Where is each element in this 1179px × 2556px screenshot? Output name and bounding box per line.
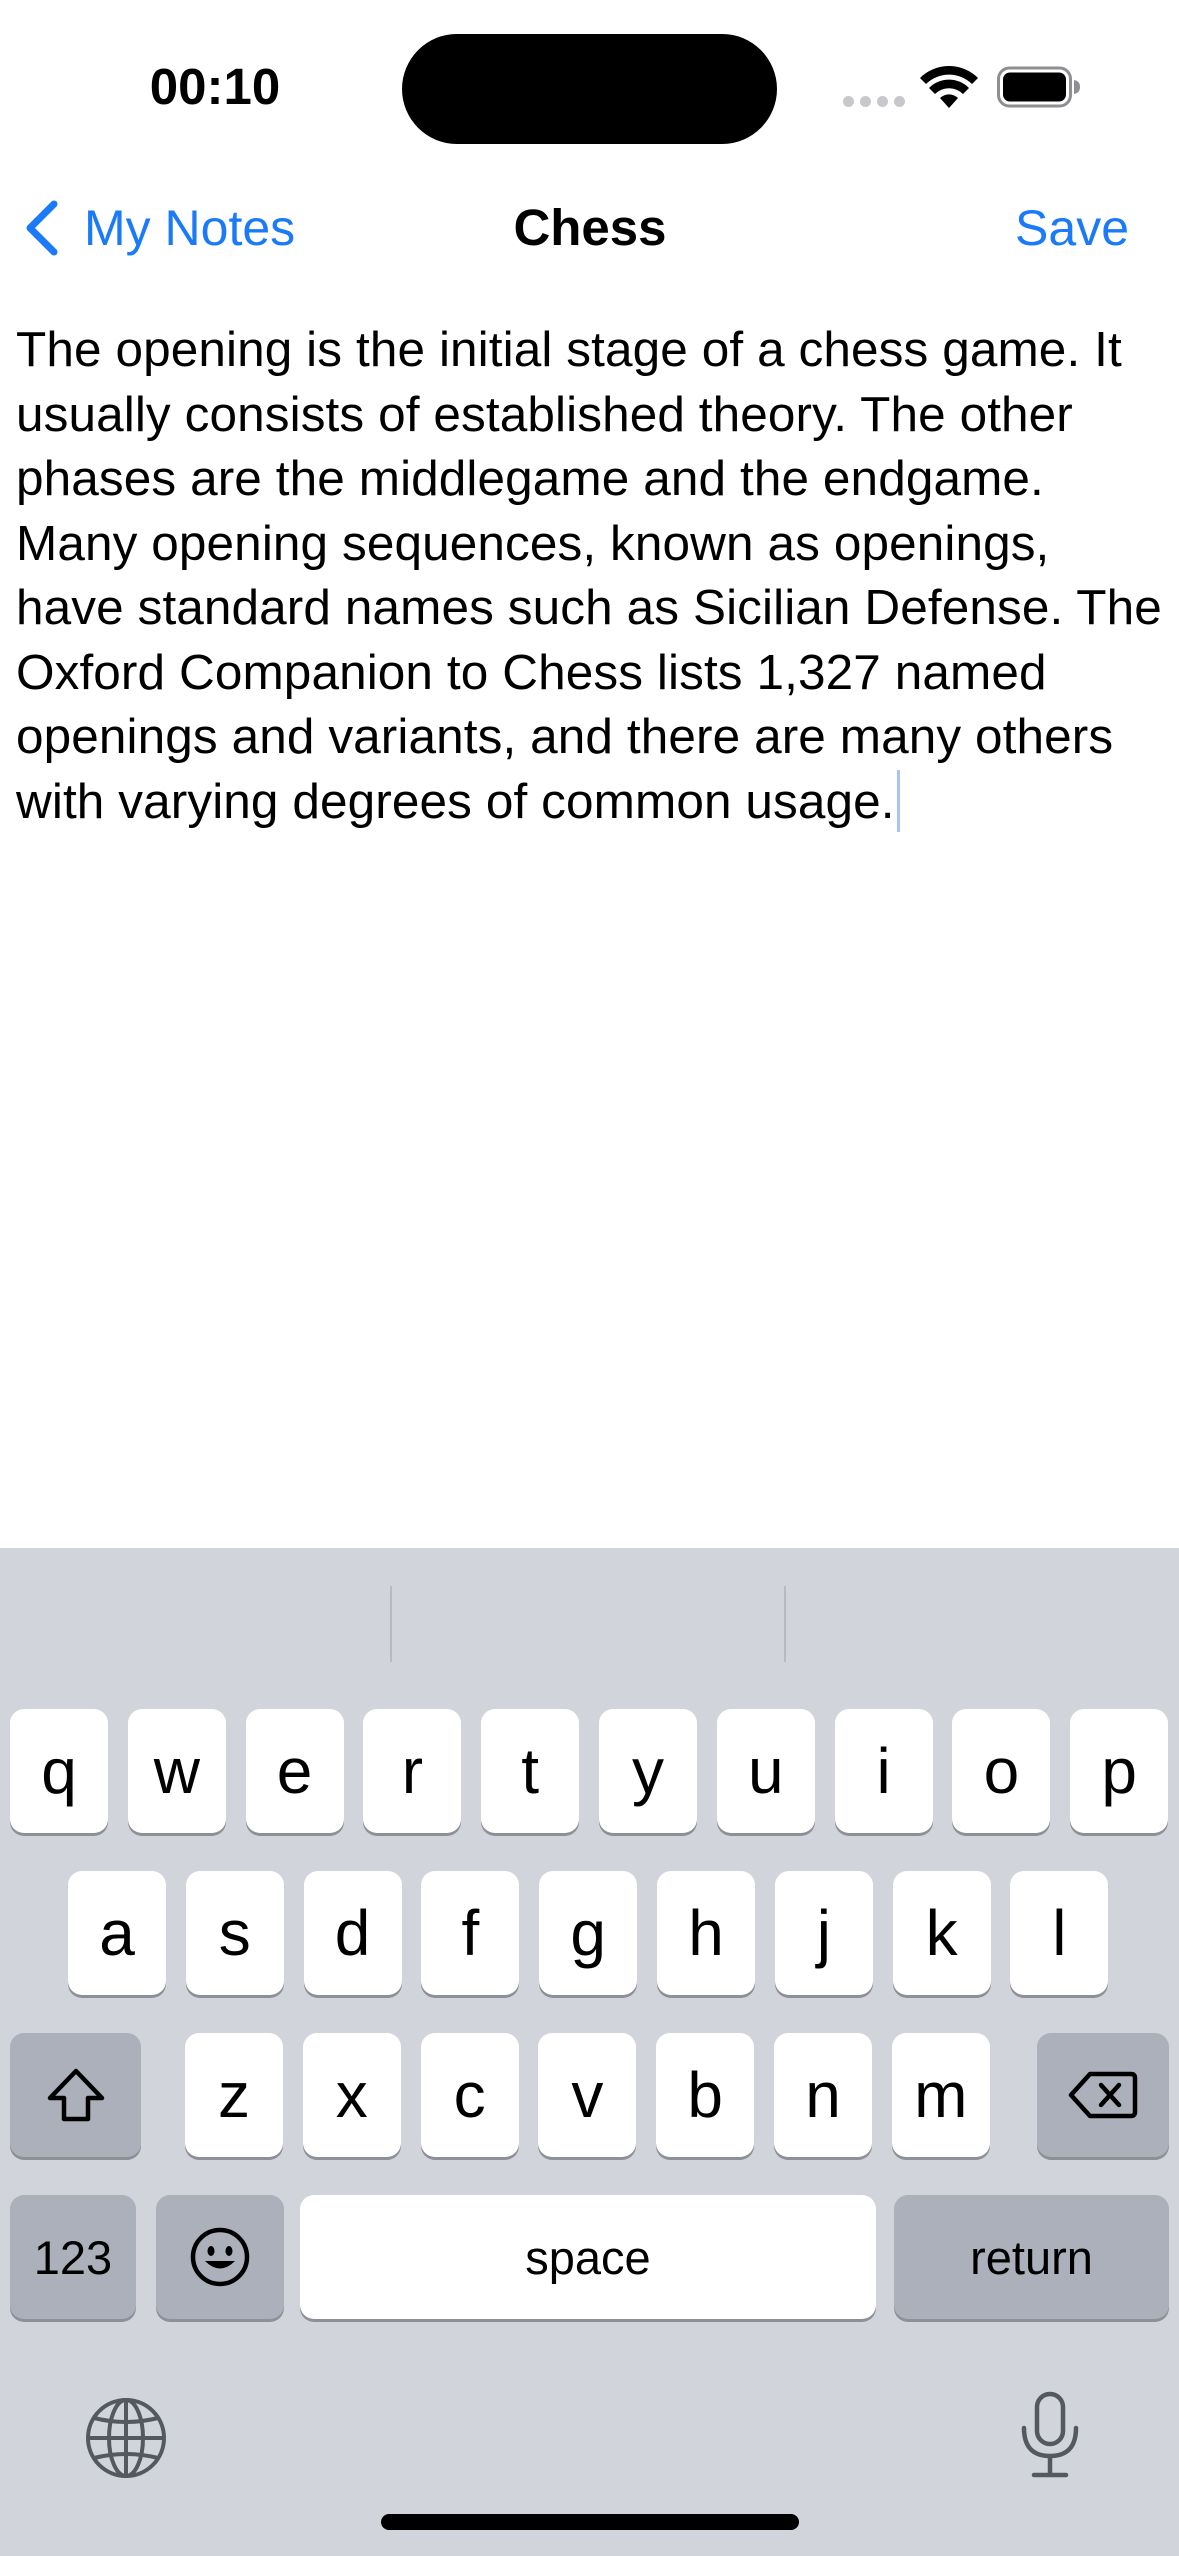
key-h[interactable]: h [657,1871,755,1995]
text-cursor [896,769,900,832]
key-n[interactable]: n [774,2033,872,2157]
key-y[interactable]: y [599,1709,697,1833]
battery-icon [997,66,1080,108]
key-t[interactable]: t [481,1709,580,1833]
save-button[interactable]: Save [1015,192,1129,264]
back-button[interactable]: My Notes [22,192,295,264]
key-x[interactable]: x [302,2033,401,2157]
page-title: Chess [513,199,667,256]
delete-key[interactable] [1037,2033,1169,2157]
key-j[interactable]: j [774,1871,873,1995]
key-z[interactable]: z [185,2033,283,2157]
key-u[interactable]: u [716,1709,815,1833]
emoji-icon [190,2227,250,2287]
key-i[interactable]: i [834,1709,933,1833]
key-a[interactable]: a [68,1871,166,1995]
key-w[interactable]: w [127,1709,226,1833]
home-indicator [381,2514,799,2530]
note-text: The opening is the initial stage of a ch… [16,322,1162,829]
dynamic-island [402,34,777,144]
return-key[interactable]: return [894,2195,1169,2319]
delete-icon [1068,2071,1138,2119]
emoji-key[interactable] [156,2195,284,2319]
key-d[interactable]: d [303,1871,402,1995]
wifi-icon [920,66,978,108]
numbers-key[interactable]: 123 [10,2195,136,2319]
suggestion-divider [390,1586,392,1662]
key-g[interactable]: g [539,1871,638,1995]
key-r[interactable]: r [363,1709,462,1833]
back-button-label: My Notes [84,200,296,256]
status-time: 00:10 [149,58,281,115]
microphone-icon[interactable] [1018,2390,1082,2480]
shift-key[interactable] [10,2033,141,2157]
key-f[interactable]: f [421,1871,520,1995]
chevron-left-icon [26,200,58,256]
key-q[interactable]: q [10,1709,108,1833]
space-key[interactable]: space [300,2195,876,2319]
key-e[interactable]: e [245,1709,344,1833]
key-s[interactable]: s [185,1871,284,1995]
suggestion-divider [784,1586,786,1662]
globe-icon[interactable] [84,2396,168,2480]
key-m[interactable]: m [891,2033,990,2157]
key-v[interactable]: v [538,2033,637,2157]
cellular-signal-icon [843,96,907,108]
shift-icon [47,2068,104,2122]
key-k[interactable]: k [892,1871,991,1995]
note-text-area[interactable]: The opening is the initial stage of a ch… [16,318,1166,834]
key-l[interactable]: l [1010,1871,1109,1995]
key-p[interactable]: p [1070,1709,1169,1833]
key-o[interactable]: o [952,1709,1051,1833]
key-b[interactable]: b [656,2033,755,2157]
key-c[interactable]: c [420,2033,519,2157]
